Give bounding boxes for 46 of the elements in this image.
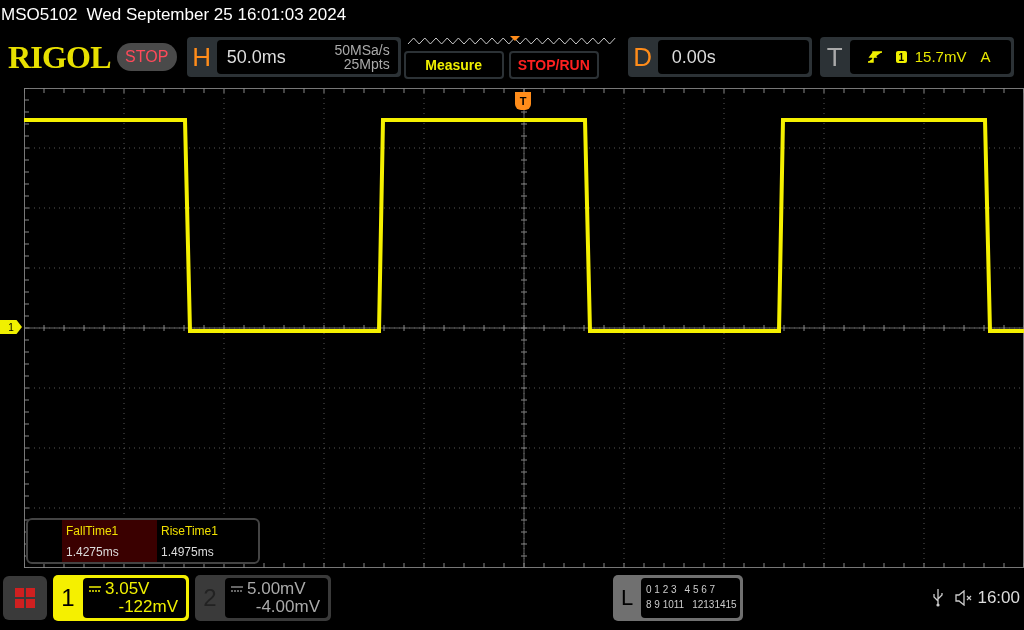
sample-rate: 50MSa/s xyxy=(334,43,390,57)
grid-menu-icon xyxy=(14,586,36,609)
delay-label: D xyxy=(632,40,654,74)
trigger-level: 15.7mV xyxy=(914,46,967,67)
memory-depth: 25Mpts xyxy=(343,57,390,71)
timebase-value: 50.0ms xyxy=(226,45,286,69)
horizontal-label: H xyxy=(191,40,213,74)
channel-scale: 5.00mV xyxy=(247,579,306,598)
trigger-position-marker[interactable]: T xyxy=(515,92,531,110)
logic-bit-labels: 0 1 2 3 xyxy=(646,584,677,596)
measurement-value: 1.4975ms xyxy=(161,543,215,561)
channel-marker[interactable]: 1 xyxy=(0,320,22,334)
trigger-panel[interactable]: T 1 15.7mV A xyxy=(819,37,1014,77)
measurement-name: RiseTime1 xyxy=(161,522,219,540)
stop-run-button[interactable]: STOP/RUN xyxy=(508,51,599,79)
channel-scale: 3.05V xyxy=(105,579,150,598)
muted-speaker-icon xyxy=(955,589,974,606)
delay-value: 0.00s xyxy=(671,45,716,69)
channel-offset: -122mV xyxy=(118,597,178,616)
dc-coupling-icon xyxy=(231,585,243,592)
trigger-source-badge: 1 xyxy=(895,51,907,63)
measurement-value: 1.4275ms xyxy=(66,543,120,561)
logic-bit-labels: 4 5 6 7 xyxy=(684,584,716,596)
model-name: MSO5102 xyxy=(1,4,78,27)
measure-button[interactable]: Measure xyxy=(403,51,504,79)
run-state-badge: STOP xyxy=(116,43,177,71)
channel-number: 1 xyxy=(60,582,76,613)
trigger-mode: A xyxy=(980,46,991,67)
logic-bit-labels: 12131415 xyxy=(692,599,737,611)
logic-panel[interactable]: L 0 1 2 3 4 5 6 7 8 9 1011 12131415 xyxy=(613,574,743,621)
channel-panel[interactable]: 1 3.05V -122mV xyxy=(53,574,189,621)
dc-coupling-icon xyxy=(89,585,101,592)
trigger-label: T xyxy=(825,40,844,74)
rising-edge-icon xyxy=(867,50,882,64)
logic-label: L xyxy=(619,584,635,612)
measurement-item[interactable]: FallTime1 1.4275ms xyxy=(62,520,157,562)
channel-offset: -4.00mV xyxy=(255,597,320,616)
horizontal-panel[interactable]: H 50.0ms 50MSa/s 25Mpts xyxy=(186,37,401,77)
date-time: Wed September 25 16:01:03 2024 xyxy=(86,4,347,27)
menu-button[interactable] xyxy=(3,575,47,620)
logic-bit-labels: 8 9 1011 xyxy=(646,599,685,611)
delay-panel[interactable]: D 0.00s xyxy=(627,37,812,77)
measurement-name: FallTime1 xyxy=(66,522,120,540)
usb-icon xyxy=(933,588,944,607)
clock-time: 16:00 xyxy=(977,586,1020,609)
logo: RIGOL xyxy=(8,41,111,73)
